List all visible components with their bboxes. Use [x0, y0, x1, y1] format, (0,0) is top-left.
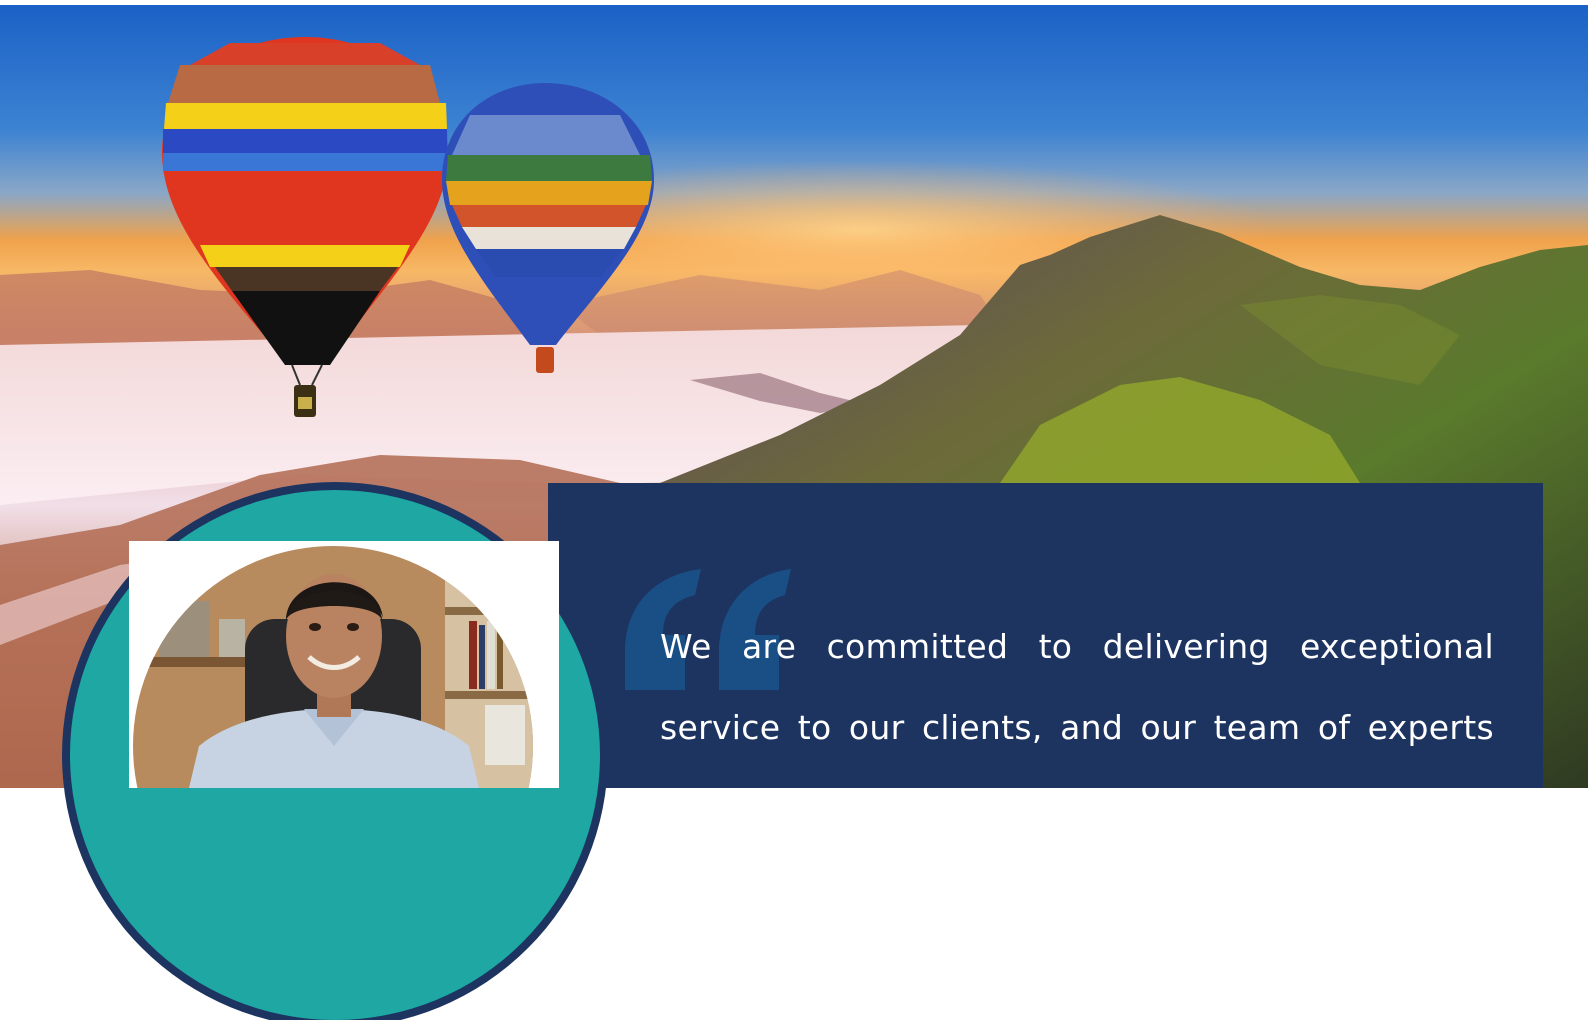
quote-line-1: We are committed to delivering exception… [660, 627, 1494, 666]
portrait-photo-frame [129, 541, 559, 788]
portrait-photo [133, 546, 533, 788]
testimonial-quote: We are committed to delivering exception… [660, 606, 1494, 768]
quote-line-2: service to our clients, and our team of … [660, 708, 1494, 747]
